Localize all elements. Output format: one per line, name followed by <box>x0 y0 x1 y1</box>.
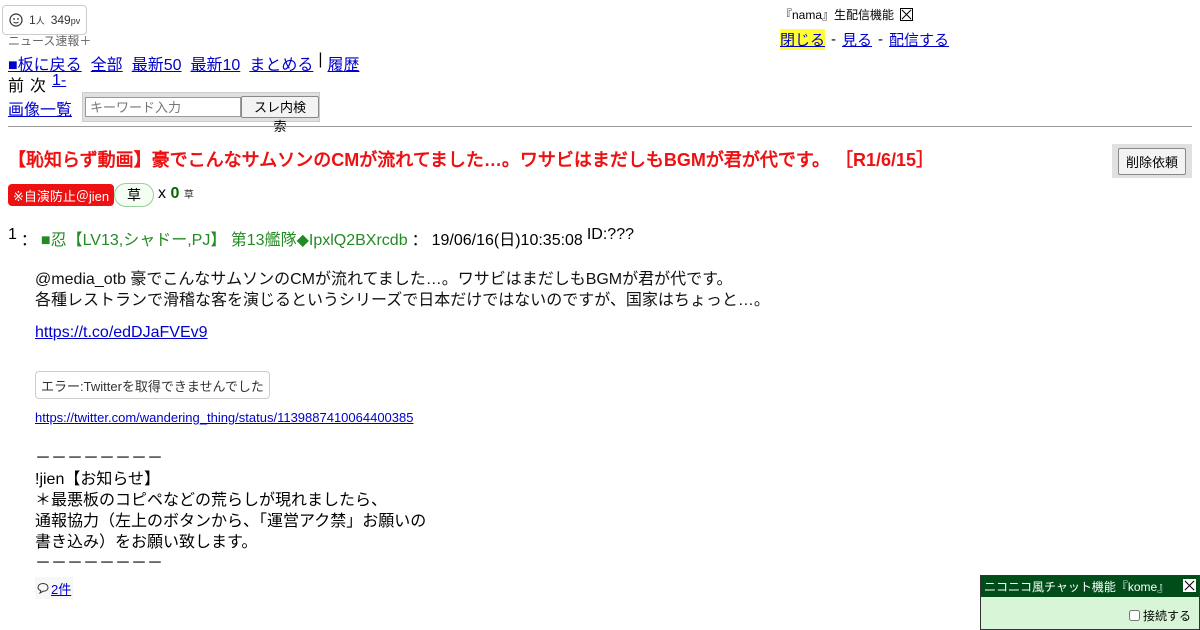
image-list-link[interactable]: 画像一覧 <box>8 96 72 120</box>
nama-watch-link[interactable]: 見る <box>842 29 872 50</box>
reply-count-link[interactable]: 2件 <box>35 577 74 599</box>
delete-request-button[interactable]: 削除依頼 <box>1117 147 1186 175</box>
prev-label: 前 <box>8 78 25 95</box>
chat-body: 接続する <box>981 597 1199 629</box>
kusa-button[interactable]: 草 <box>114 183 154 207</box>
tco-link[interactable]: https://t.co/edDJaFVEv9 <box>35 324 208 342</box>
thread-title: 【恥知らず動画】豪でこんなサムソンのCMが流れてました…。ワサビはまだしもBGM… <box>8 150 935 170</box>
next-label: 次 <box>30 78 47 95</box>
face-icon <box>9 13 23 27</box>
post-header: 1 ： ■忍【LV13,シャドー,PJ】 第13艦隊◆IpxlQ2BXrcdb … <box>8 226 634 249</box>
latest10-link[interactable]: 最新10 <box>191 51 241 75</box>
range-link[interactable]: 1- <box>52 72 66 96</box>
post-body-line: 各種レストランで滑稽な客を演じるというシリーズで日本だけではないのですが、国家は… <box>35 292 770 309</box>
search-input[interactable] <box>85 97 241 117</box>
close-box-icon[interactable] <box>900 8 914 21</box>
thread-search-button[interactable]: スレ内検索 <box>241 96 319 134</box>
poster-name: ■忍【LV13,シャドー,PJ】 第13艦隊◆IpxlQ2BXrcdb <box>40 232 408 249</box>
divider <box>8 126 1192 127</box>
connect-toggle[interactable]: 接続する <box>1128 607 1191 624</box>
board-name: ニュース速報＋ <box>8 34 92 48</box>
viewer-counter: 1人 349pv <box>2 5 88 35</box>
all-posts-link[interactable]: 全部 <box>91 51 123 75</box>
delete-request-box: 削除依頼 <box>1112 144 1192 178</box>
connect-checkbox[interactable] <box>1128 610 1140 621</box>
chat-widget: ニコニコ風チャット機能『kome』 接続する <box>980 575 1200 630</box>
reply-count-label[interactable]: 2件 <box>51 579 71 598</box>
jien-badge[interactable]: ※自演防止＠jien <box>8 184 115 206</box>
summarize-link[interactable]: まとめる <box>249 51 313 75</box>
notice-line: －－－－－－－－ <box>35 555 164 572</box>
nama-broadcast-link[interactable]: 配信する <box>889 29 949 50</box>
close-icon[interactable] <box>1183 579 1196 592</box>
kusa-count: 0 <box>170 185 180 202</box>
connect-label: 接続する <box>1142 609 1191 623</box>
thread-search: スレ内検索 <box>82 92 320 134</box>
history-link[interactable]: 履歴 <box>327 51 359 75</box>
post-number: 1 <box>8 226 17 243</box>
pager: 前 次 1- <box>8 72 66 96</box>
post-id: ID:??? <box>586 226 634 243</box>
latest50-link[interactable]: 最新50 <box>132 51 182 75</box>
nav-separator: | <box>318 51 323 68</box>
nama-links: 閉じる - 見る - 配信する <box>780 29 950 50</box>
twitter-status-link[interactable]: https://twitter.com/wandering_thing/stat… <box>35 410 413 425</box>
post-datetime: 19/06/16(日)10:35:08 <box>431 232 583 249</box>
nama-title: 『nama』生配信機能 <box>780 8 895 22</box>
kusa-counter: x 0 草 <box>158 185 194 202</box>
nama-close-link[interactable]: 閉じる <box>780 29 826 50</box>
speech-bubble-icon <box>37 582 49 594</box>
chat-title: ニコニコ風チャット機能『kome』 <box>984 580 1170 594</box>
twitter-error-box: エラー:Twitterを取得できませんでした <box>35 371 270 399</box>
nama-header: 『nama』生配信機能 <box>780 6 914 23</box>
chat-header: ニコニコ風チャット機能『kome』 <box>981 576 1199 597</box>
pv-count: 349 <box>50 13 71 27</box>
viewer-count: 1 <box>29 13 36 27</box>
